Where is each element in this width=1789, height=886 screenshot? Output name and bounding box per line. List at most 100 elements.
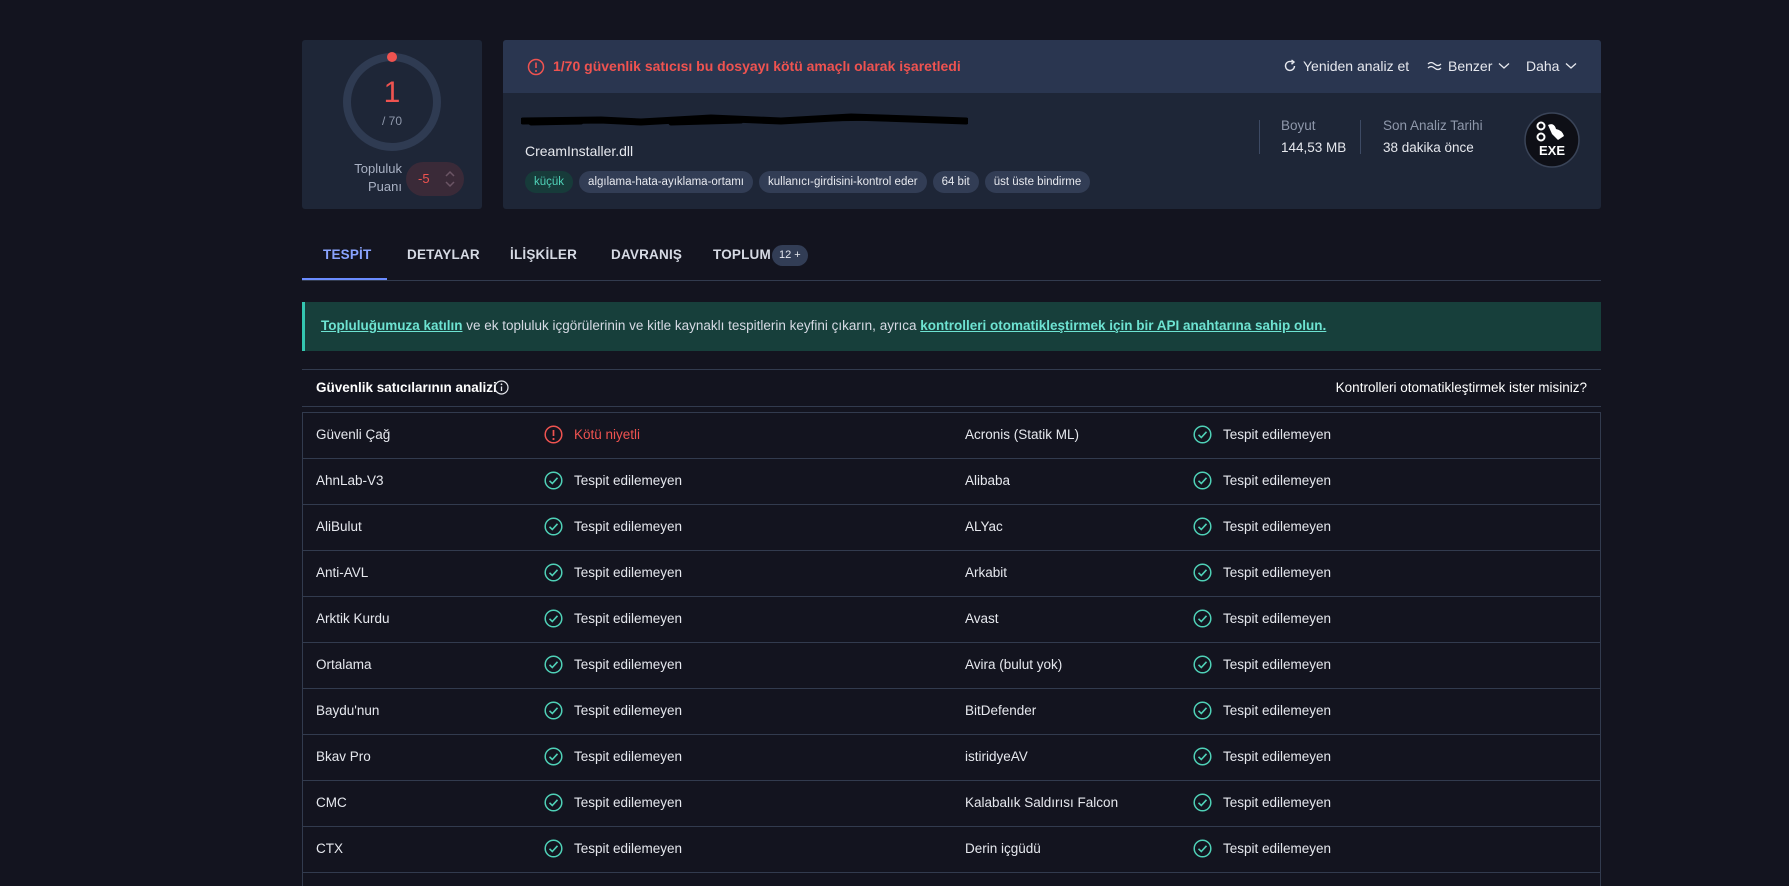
check-circle-icon [544, 563, 563, 582]
undetected-result: Tespit edilemeyen [574, 473, 683, 488]
similar-icon [1427, 61, 1442, 71]
vendor-name: AliBulut [316, 519, 362, 534]
last-analysis-value: 38 dakika önce [1383, 140, 1474, 155]
vendor-name: ALYac [965, 519, 1003, 534]
automate-checks-link[interactable]: Kontrolleri otomatikleştirmek ister misi… [1336, 380, 1587, 395]
undetected-result: Tespit edilemeyen [1223, 473, 1332, 488]
undetected-result: Tespit edilemeyen [574, 519, 683, 534]
file-tag[interactable]: üst üste bindirme [984, 171, 1091, 193]
table-row: AliBulut Tespit edilemeyen ALYac Tespit edi… [303, 505, 1600, 551]
check-circle-icon [1193, 425, 1212, 444]
check-circle-icon [544, 471, 563, 490]
similar-label: Benzer [1448, 58, 1493, 74]
reanalyze-label: Yeniden analiz et [1303, 58, 1410, 74]
undetected-result: Tespit edilemeyen [1223, 657, 1332, 672]
table-row: Güvenli Çağ Kötü niyetli Acronis (Statik M… [303, 413, 1600, 459]
undetected-result: Tespit edilemeyen [1223, 749, 1332, 764]
join-community-link[interactable]: Topluluğumuza katılın [321, 318, 463, 333]
tab-relations[interactable]: İLİŞKİLER [510, 247, 577, 262]
file-tag[interactable]: algılama-hata-ayıklama-ortamı [579, 171, 753, 193]
check-circle-icon [1193, 517, 1212, 536]
community-banner: Topluluğumuza katılın ve ek topluluk içg… [302, 302, 1601, 351]
table-row: AhnLab-V3 Tespit edilemeyen Alibaba Tespit … [303, 459, 1600, 505]
last-analysis-label: Son Analiz Tarihi [1383, 118, 1483, 133]
vendor-name: Anti-AVL [316, 565, 369, 580]
vendor-name: Arkabit [965, 565, 1008, 580]
divider [1259, 120, 1260, 154]
undetected-result: Tespit edilemeyen [574, 565, 683, 580]
table-row: Arktik Kurdu Tespit edilemeyen Avast Tespit… [303, 597, 1600, 643]
detection-total: / 70 [381, 114, 402, 128]
divider [1360, 120, 1361, 154]
vendor-name: AhnLab-V3 [316, 473, 384, 488]
undetected-result: Tespit edilemeyen [574, 611, 683, 626]
api-key-link[interactable]: kontrolleri otomatikleştirmek için bir A… [920, 318, 1326, 333]
more-label: Daha [1526, 58, 1560, 74]
info-header: 1/70 güvenlik satıcısı bu dosyayı kötü a… [503, 40, 1601, 93]
check-circle-icon [544, 655, 563, 674]
banner-middle-text: ve ek topluluk içgörülerinin ve kitle ka… [462, 318, 921, 333]
file-tag[interactable]: küçük [525, 171, 574, 193]
vendor-name: Alibaba [965, 473, 1011, 488]
vendor-name: CMC [316, 795, 347, 810]
size-label: Boyut [1281, 118, 1316, 133]
tab-behavior[interactable]: DAVRANIŞ [611, 247, 682, 262]
tab-detection[interactable]: TESPİT [323, 247, 371, 262]
detection-alert: 1/70 güvenlik satıcısı bu dosyayı kötü a… [553, 58, 961, 74]
community-score-stepper[interactable]: -5 [406, 162, 464, 196]
file-tag[interactable]: 64 bit [932, 171, 979, 193]
undetected-result: Tespit edilemeyen [574, 657, 683, 672]
file-tag[interactable]: kullanıcı-girdisini-kontrol eder [759, 171, 927, 193]
section-title: Güvenlik satıcılarının analizi [316, 380, 497, 395]
similar-button[interactable]: Benzer [1427, 58, 1510, 74]
detection-count: 1 [383, 76, 401, 109]
vendor-name: Güvenli Çağ [316, 427, 391, 442]
vendor-name: Bkav Pro [316, 749, 371, 764]
check-circle-icon [1193, 563, 1212, 582]
active-tab-indicator [302, 278, 387, 280]
page: 1 / 70 Topluluk Puanı -5 1/70 güvenlik s… [0, 0, 1789, 886]
info-icon[interactable] [494, 380, 509, 395]
check-circle-icon [1193, 747, 1212, 766]
check-circle-icon [544, 793, 563, 812]
check-circle-icon [1193, 793, 1212, 812]
check-circle-icon [1193, 701, 1212, 720]
tab-community[interactable]: TOPLUM [713, 247, 771, 262]
community-label-line1: Topluluk [354, 161, 402, 176]
check-circle-icon [1193, 471, 1212, 490]
vendor-analysis-header: Güvenlik satıcılarının analizi Kontrolle… [302, 369, 1601, 407]
undetected-result: Tespit edilemeyen [574, 795, 683, 810]
table-row: Baydu'nun Tespit edilemeyen BitDefender Tes… [303, 689, 1600, 735]
undetected-result: Tespit edilemeyen [1223, 841, 1332, 856]
vendor-name: Arktik Kurdu [316, 611, 390, 626]
undetected-result: Tespit edilemeyen [1223, 795, 1332, 810]
stepper-arrows-icon[interactable] [444, 167, 456, 191]
check-circle-icon [1193, 655, 1212, 674]
undetected-result: Tespit edilemeyen [574, 703, 683, 718]
vendor-table: Güvenli Çağ Kötü niyetli Acronis (Statik M… [302, 412, 1601, 886]
file-type-icon: EXE [1524, 112, 1580, 168]
table-row: CTX Tespit edilemeyen Derin içgüdü Tespit e… [303, 827, 1600, 873]
chevron-down-icon [1498, 63, 1510, 69]
table-row: Anti-AVL Tespit edilemeyen Arkabit Tespit e… [303, 551, 1600, 597]
vendor-name: Kalabalık Saldırısı Falcon [965, 795, 1119, 810]
community-score-value: -5 [418, 171, 430, 186]
vendor-name: istiridyeAV [965, 749, 1028, 764]
undetected-result: Tespit edilemeyen [1223, 611, 1332, 626]
table-row: Ortalama Tespit edilemeyen Avira (bulut yo… [303, 643, 1600, 689]
reanalyze-button[interactable]: Yeniden analiz et [1283, 58, 1409, 74]
undetected-result: Tespit edilemeyen [574, 749, 683, 764]
vendor-name: BitDefender [965, 703, 1037, 718]
undetected-result: Tespit edilemeyen [574, 841, 683, 856]
check-circle-icon [1193, 839, 1212, 858]
file-tags: küçük algılama-hata-ayıklama-ortamı kull… [525, 171, 1091, 193]
tab-details[interactable]: DETAYLAR [407, 247, 480, 262]
community-count-badge: 12 + [772, 245, 808, 266]
vendor-name: Acronis (Statik ML) [965, 427, 1080, 442]
more-button[interactable]: Daha [1526, 58, 1577, 74]
vendor-name: Derin içgüdü [965, 841, 1041, 856]
undetected-result: Tespit edilemeyen [1223, 427, 1332, 442]
file-name: CreamInstaller.dll [525, 143, 634, 159]
check-circle-icon [544, 701, 563, 720]
check-circle-icon [1193, 609, 1212, 628]
